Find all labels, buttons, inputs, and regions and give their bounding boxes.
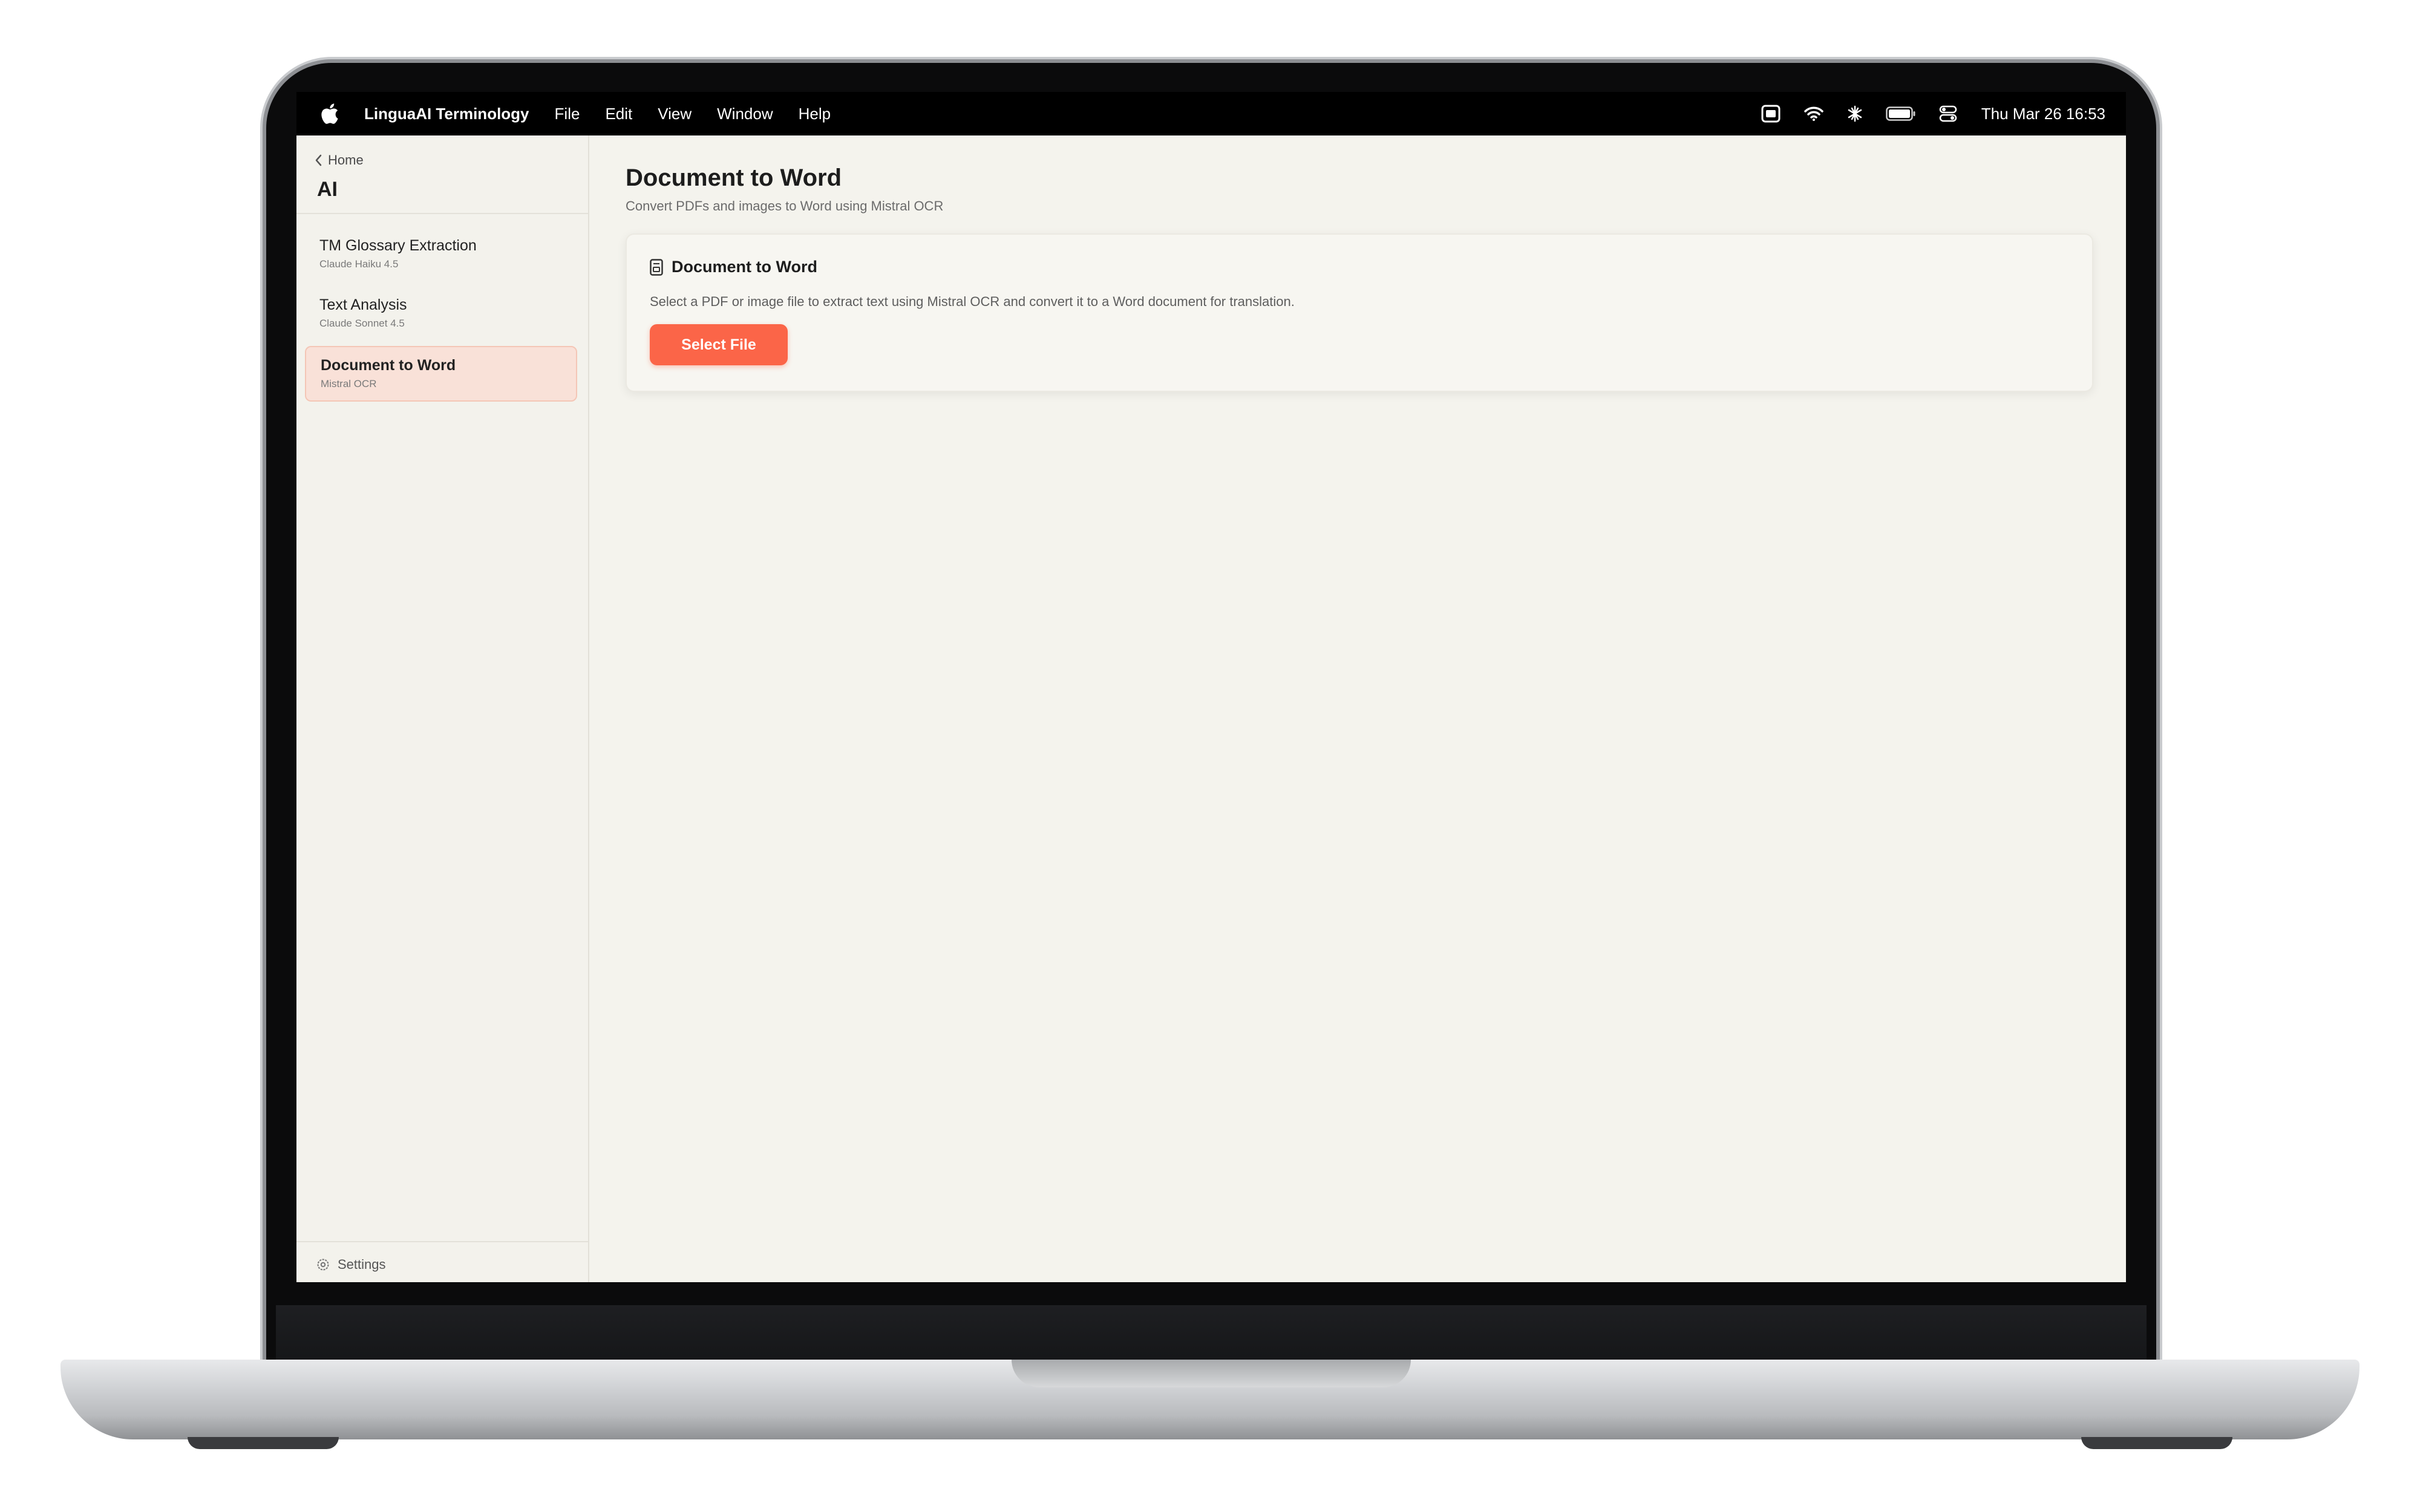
sidebar-item-title: Text Analysis [319,296,407,313]
page-subtitle: Convert PDFs and images to Word using Mi… [626,198,944,213]
document-to-word-card: Document to Word Select a PDF or image f… [626,233,2093,392]
menu-window[interactable]: Window [717,105,773,123]
laptop-foot [188,1437,339,1449]
card-title: Document to Word [672,258,817,276]
back-home-label: Home [328,152,364,168]
bluetooth-icon[interactable] [1847,105,1863,123]
card-header: Document to Word [650,258,817,276]
divider [296,1241,588,1242]
screen: LinguaAI Terminology File Edit View Wind… [296,92,2126,1282]
page-title: Document to Word [626,165,842,191]
apple-icon[interactable] [321,103,339,124]
sidebar-item-title: TM Glossary Extraction [319,237,477,254]
card-description: Select a PDF or image file to extract te… [650,294,1295,309]
sidebar-item-tm-glossary-extraction[interactable]: TM Glossary Extraction Claude Haiku 4.5 [305,227,577,283]
sidebar-section-title: AI [317,178,338,201]
laptop-notch [1012,1360,1411,1387]
menu-help[interactable]: Help [799,105,831,123]
sidebar: Home AI TM Glossary Extraction Claude Ha… [296,135,589,1282]
menu-edit[interactable]: Edit [605,105,632,123]
menu-view[interactable]: View [658,105,692,123]
sidebar-item-document-to-word[interactable]: Document to Word Mistral OCR [305,346,577,402]
divider [296,213,588,214]
menu-bar: LinguaAI Terminology File Edit View Wind… [296,92,2126,135]
document-icon [650,258,663,276]
menu-bar-clock[interactable]: Thu Mar 26 16:53 [1981,105,2105,123]
sidebar-item-title: Document to Word [321,357,456,374]
gear-icon [317,1259,329,1271]
laptop-foot [2081,1437,2232,1449]
menu-file[interactable]: File [555,105,580,123]
settings-button[interactable]: Settings [316,1257,386,1272]
laptop-hinge [276,1305,2147,1363]
control-center-icon[interactable] [1939,105,1957,123]
sidebar-item-model: Claude Haiku 4.5 [319,258,399,270]
select-file-button[interactable]: Select File [650,324,788,365]
display-icon[interactable] [1761,105,1781,123]
wifi-icon[interactable] [1804,106,1824,122]
settings-label: Settings [338,1257,386,1272]
sidebar-item-model: Mistral OCR [321,378,377,389]
status-area: Thu Mar 26 16:53 [1738,92,2105,135]
main-content: Document to Word Convert PDFs and images… [589,135,2126,1282]
app-menu[interactable]: LinguaAI Terminology [364,105,529,123]
chevron-left-icon [315,154,322,166]
sidebar-item-text-analysis[interactable]: Text Analysis Claude Sonnet 4.5 [305,287,577,342]
sidebar-item-model: Claude Sonnet 4.5 [319,318,405,329]
battery-icon[interactable] [1886,106,1916,121]
back-home-link[interactable]: Home [315,152,364,168]
